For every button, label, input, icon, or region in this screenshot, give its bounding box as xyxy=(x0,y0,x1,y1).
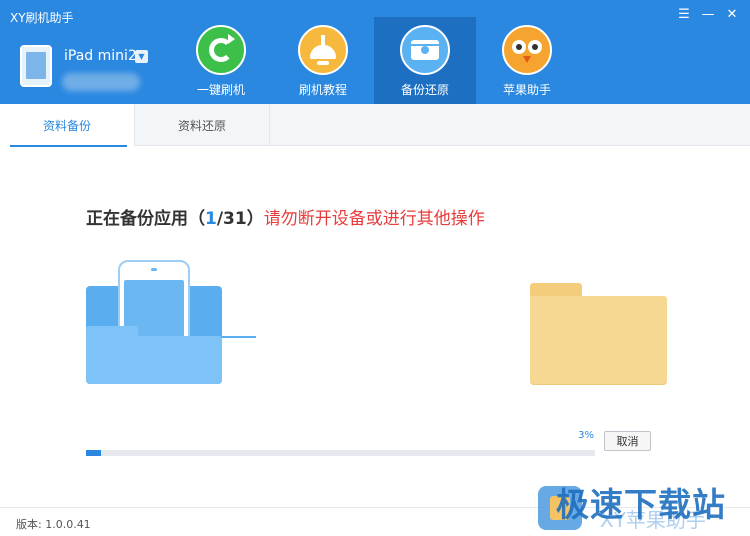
disk-icon xyxy=(400,25,450,75)
phone-speaker xyxy=(151,268,157,271)
transfer-line xyxy=(222,336,256,338)
app-title: XY刷机助手 xyxy=(10,11,74,25)
main-nav: 一键刷机 刷机教程 备份还原 苹果助手 xyxy=(170,17,578,104)
status-warning: 请勿断开设备或进行其他操作 xyxy=(263,209,485,229)
refresh-icon xyxy=(196,25,246,75)
owl-icon xyxy=(502,25,552,75)
nav-one-click-flash[interactable]: 一键刷机 xyxy=(170,17,272,104)
source-folder-front xyxy=(86,336,222,384)
window-controls: ☰ — ✕ xyxy=(672,4,744,24)
device-info-blurred xyxy=(62,73,140,91)
nav-label: 备份还原 xyxy=(400,83,449,97)
cancel-button[interactable]: 取消 xyxy=(604,431,651,451)
status-current: 1 xyxy=(205,209,217,229)
folder-icon xyxy=(530,296,667,385)
status-suffix: ） xyxy=(246,209,264,229)
watermark-text: 极速下载站 xyxy=(556,485,726,524)
chevron-down-icon[interactable]: ▼ xyxy=(135,50,148,63)
nav-backup-restore[interactable]: 备份还原 xyxy=(374,17,476,104)
nav-apple-assistant[interactable]: 苹果助手 xyxy=(476,17,578,104)
device-name: iPad mini2 xyxy=(64,48,137,64)
menu-icon[interactable]: ☰ xyxy=(672,4,696,24)
status-total: /31 xyxy=(216,209,247,229)
version-label: 版本: 1.0.0.41 xyxy=(16,518,91,531)
tab-data-backup[interactable]: 资料备份 xyxy=(0,104,135,147)
tab-data-restore[interactable]: 资料还原 xyxy=(135,104,270,146)
progress-bar xyxy=(86,450,595,456)
progress-fill xyxy=(86,450,102,456)
backup-status: 正在备份应用（1/31）请勿断开设备或进行其他操作 xyxy=(86,204,485,229)
nav-label: 刷机教程 xyxy=(298,83,347,97)
nav-label: 一键刷机 xyxy=(196,83,245,97)
ipad-icon xyxy=(20,45,52,87)
lamp-icon xyxy=(298,25,348,75)
nav-flash-tutorial[interactable]: 刷机教程 xyxy=(272,17,374,104)
minimize-icon[interactable]: — xyxy=(696,4,720,24)
status-prefix: 正在备份应用（ xyxy=(86,209,205,229)
tab-bar: 资料备份 资料还原 xyxy=(0,104,750,147)
nav-label: 苹果助手 xyxy=(502,83,551,97)
close-icon[interactable]: ✕ xyxy=(720,4,744,24)
app-header: XY刷机助手 ☰ — ✕ iPad mini2 ▼ 一键刷机 刷机教程 备份还原 xyxy=(0,0,750,104)
progress-percent: 3% xyxy=(578,430,594,441)
